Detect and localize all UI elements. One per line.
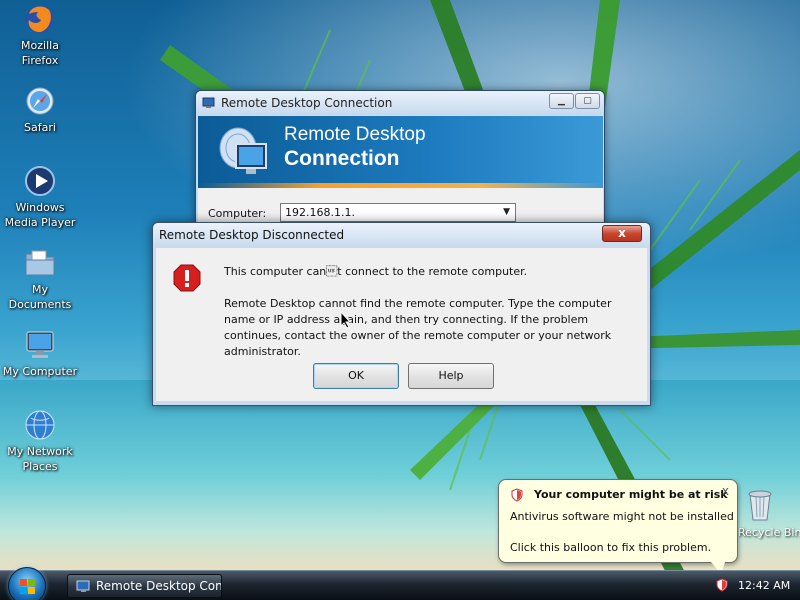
rdc-banner: Remote Desktop Connection [198,116,603,188]
balloon-title: Your computer might be at risk [534,488,728,501]
remote-desktop-icon [202,97,215,108]
desktop-icon-label: My Computer [2,365,78,378]
taskbar-item-label: Remote Desktop Con... [96,579,222,593]
ok-button[interactable]: OK [313,363,399,389]
desktop-icon-my-computer[interactable]: My Computer [2,328,78,379]
network-globe-icon [25,410,55,440]
window-title: Remote Desktop Connection [221,96,393,110]
windows-logo-icon [20,579,35,594]
media-player-icon [25,166,55,196]
minimize-button[interactable]: ▁ [549,93,574,109]
safari-compass-icon [26,87,54,115]
dialog-close-button[interactable]: x [602,225,642,242]
computer-monitor-icon [26,331,54,358]
balloon-close-button[interactable]: x [722,484,729,498]
taskbar-clock[interactable]: 12:42 AM [738,579,790,592]
dropdown-arrow-icon[interactable]: ▼ [503,207,510,217]
balloon-message-line2: Click this balloon to fix this problem. [510,541,712,554]
window-titlebar[interactable]: Remote Desktop Connection [196,91,604,115]
start-button[interactable] [8,567,46,600]
desktop-icon-label: Windows Media Player [4,201,76,229]
taskbar-item-remote-desktop[interactable]: Remote Desktop Con... [67,574,222,598]
security-shield-icon [511,488,523,502]
dialog-body: This computer can t connect to the remot… [156,248,647,401]
desktop-icon-label: Safari [24,121,56,134]
desktop-icon-safari[interactable]: Safari [2,84,78,135]
desktop-icon-my-network-places[interactable]: My Network Places [2,408,78,474]
computer-combobox[interactable]: 192.168.1.1. ▼ [280,203,516,222]
desktop-icon-label: My Network Places [7,445,73,473]
remote-desktop-icon [76,580,90,592]
computer-value: 192.168.1.1. [285,206,355,219]
desktop-icon-media-player[interactable]: Windows Media Player [2,164,78,230]
remote-desktop-logo-icon [219,127,267,174]
dialog-message-long: Remote Desktop cannot find the remote co… [224,297,612,358]
dialog-title: Remote Desktop Disconnected [159,228,345,242]
banner-title-line1: Remote Desktop [284,124,426,145]
dialog-message-short: This computer can t connect to the remot… [224,265,528,278]
error-icon [173,264,201,292]
balloon-message-line1: Antivirus software might not be installe… [510,510,734,523]
remote-desktop-window[interactable]: Remote Desktop Connection ▁ ▢ Remote Des… [195,90,605,240]
desktop-icon-my-documents[interactable]: My Documents [2,246,78,312]
mouse-cursor-icon [340,311,352,329]
desktop-icon-label: Mozilla Firefox [21,39,59,67]
desktop-icon-firefox[interactable]: Mozilla Firefox [2,2,78,68]
computer-label: Computer: [208,207,267,220]
maximize-button[interactable]: ▢ [575,93,600,109]
recycle-bin-icon [748,490,772,521]
security-balloon[interactable]: Your computer might be at risk x Antivir… [498,479,738,574]
desktop-icon-label: Recycle Bin [738,526,800,539]
disconnected-dialog[interactable]: Remote Desktop Disconnected x This compu… [152,222,651,406]
help-button[interactable]: Help [408,363,494,389]
desktop-icon-label: My Documents [8,283,72,311]
dialog-titlebar[interactable]: Remote Desktop Disconnected [153,223,650,247]
tray-security-shield-icon[interactable] [716,578,728,592]
documents-folder-icon [25,250,55,276]
banner-title-line2: Connection [284,147,400,170]
firefox-icon [26,5,54,33]
